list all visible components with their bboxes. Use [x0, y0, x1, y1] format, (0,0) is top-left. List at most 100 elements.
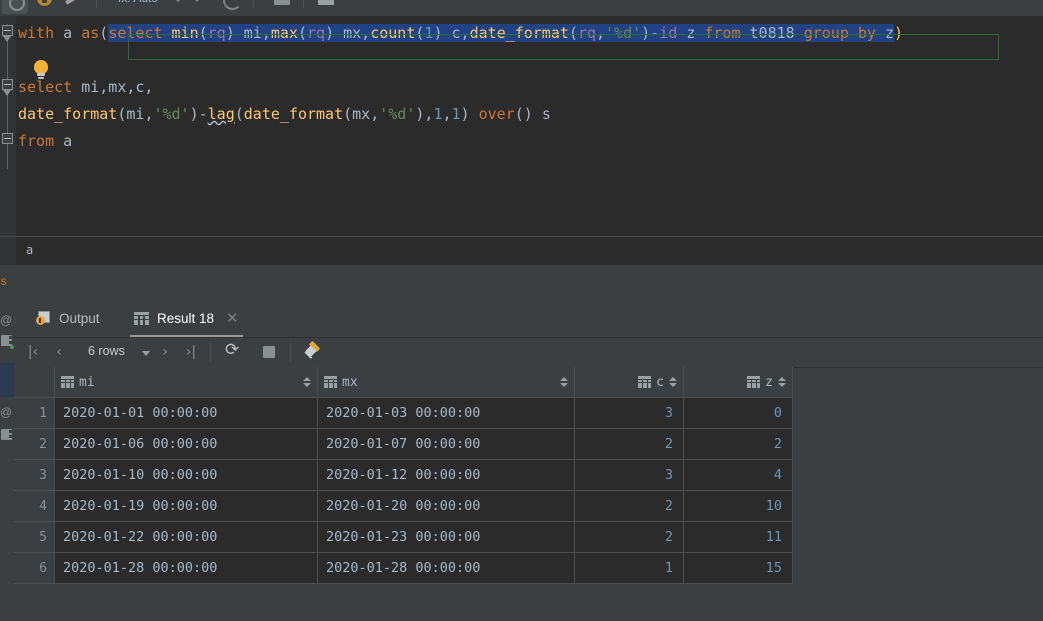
sort-icon[interactable]: [560, 376, 568, 388]
rerun-circle-icon[interactable]: [223, 0, 242, 10]
grid-icon[interactable]: [318, 0, 334, 5]
fold-marker-line4[interactable]: [2, 133, 13, 144]
first-page-button[interactable]: |‹: [24, 343, 42, 361]
column-header-z[interactable]: z: [683, 367, 793, 398]
cell-mx[interactable]: 2020-01-20 00:00:00: [317, 490, 575, 522]
close-icon[interactable]: ✕: [226, 311, 239, 326]
sort-icon[interactable]: [669, 376, 677, 388]
fx-mode-label[interactable]: fx: Auto: [118, 0, 158, 5]
cell-mx[interactable]: 2020-01-28 00:00:00: [317, 552, 575, 584]
token-format-string: '%d': [379, 105, 416, 123]
token-with: with: [18, 24, 55, 42]
token-id: id: [659, 24, 678, 42]
cell-z[interactable]: 2: [683, 428, 793, 460]
cell-mi[interactable]: 2020-01-06 00:00:00: [54, 428, 318, 460]
fold-marker-line1[interactable]: [2, 25, 13, 36]
cell-c[interactable]: 3: [574, 397, 684, 429]
refresh-button[interactable]: [224, 340, 242, 361]
breadcrumb-item-a[interactable]: a: [26, 243, 33, 257]
cell-mi[interactable]: 2020-01-22 00:00:00: [54, 521, 318, 553]
prev-page-button[interactable]: ‹: [50, 343, 68, 361]
cell-c[interactable]: 3: [574, 459, 684, 491]
row-count-label[interactable]: 6 rows: [88, 344, 125, 358]
token-from: from: [704, 24, 741, 42]
column-icon: [747, 376, 761, 388]
token-mx: mx,: [343, 24, 371, 42]
token-rq: rq: [577, 24, 596, 42]
token-paren: ): [225, 24, 235, 42]
column-header-c[interactable]: c: [574, 367, 684, 398]
token-group-by: group by: [803, 24, 876, 42]
table-row[interactable]: 2 2020-01-06 00:00:00 2020-01-07 00:00:0…: [14, 428, 793, 460]
services-label[interactable]: ces: [0, 274, 7, 288]
table-row[interactable]: 4 2020-01-19 00:00:00 2020-01-20 00:00:0…: [14, 490, 793, 522]
chevron-down-icon[interactable]: [142, 351, 150, 356]
run-icon[interactable]: [2, 0, 28, 14]
cell-c[interactable]: 1: [574, 552, 684, 584]
database-icon[interactable]: [34, 0, 56, 10]
pin-tab-button[interactable]: [302, 340, 321, 361]
stop-button[interactable]: [260, 343, 278, 361]
cell-mi[interactable]: 2020-01-10 00:00:00: [54, 459, 318, 491]
table-icon-row: [134, 314, 149, 316]
at-icon[interactable]: @: [0, 313, 12, 327]
chevron-down-icon[interactable]: [174, 0, 182, 2]
cell-z[interactable]: 15: [683, 552, 793, 584]
token-count: count: [370, 24, 416, 42]
cell-z[interactable]: 4: [683, 459, 793, 491]
table-row[interactable]: 5 2020-01-22 00:00:00 2020-01-23 00:00:0…: [14, 521, 793, 553]
cell-mi[interactable]: 2020-01-28 00:00:00: [54, 552, 318, 584]
cell-c[interactable]: 2: [574, 490, 684, 522]
tab-result-18[interactable]: Result 18 ✕: [124, 299, 249, 337]
stop-icon[interactable]: [274, 0, 290, 5]
cell-mx[interactable]: 2020-01-12 00:00:00: [317, 459, 575, 491]
results-toolbar: |‹ ‹ 6 rows › ›|: [14, 337, 1043, 368]
column-icon: [638, 376, 652, 388]
breadcrumb: a: [0, 236, 1043, 266]
token-format-string: '%d': [605, 24, 642, 42]
cell-mx[interactable]: 2020-01-03 00:00:00: [317, 397, 575, 429]
token-paren: (: [198, 24, 208, 42]
token-one: 1: [451, 105, 461, 123]
cell-mi[interactable]: 2020-01-19 00:00:00: [54, 490, 318, 522]
token-mi: mi: [126, 105, 145, 123]
at-icon[interactable]: @: [0, 405, 12, 419]
intention-bulb-icon[interactable]: [32, 60, 50, 80]
column-header-mx[interactable]: mx: [317, 367, 575, 398]
cell-mx[interactable]: 2020-01-23 00:00:00: [317, 521, 575, 553]
table-row[interactable]: 6 2020-01-28 00:00:00 2020-01-28 00:00:0…: [14, 552, 793, 584]
column-header-mi[interactable]: mi: [54, 367, 318, 398]
result-table: mi mx c z 1 2020-01-01 00:00:00 2020-01-…: [14, 367, 793, 584]
pencil-icon[interactable]: [62, 0, 84, 10]
tab-output[interactable]: Output: [26, 299, 110, 337]
sort-icon[interactable]: [778, 376, 786, 388]
cell-z[interactable]: 0: [683, 397, 793, 429]
cell-c[interactable]: 2: [574, 428, 684, 460]
last-page-button[interactable]: ›|: [182, 343, 200, 361]
column-header-label: mi: [79, 374, 95, 390]
result-grid[interactable]: mi mx c z 1 2020-01-01 00:00:00 2020-01-…: [14, 367, 793, 584]
cell-mi[interactable]: 2020-01-01 00:00:00: [54, 397, 318, 429]
sql-editor[interactable]: with a as(select min(rq) mi,max(rq) mx,c…: [0, 16, 1043, 236]
bulb-base-lower: [38, 77, 44, 79]
cell-z[interactable]: 10: [683, 490, 793, 522]
download-arrow-icon[interactable]: [190, 0, 204, 2]
token-comma: ,: [596, 24, 606, 42]
table-row[interactable]: 3 2020-01-10 00:00:00 2020-01-12 00:00:0…: [14, 459, 793, 491]
column-icon: [324, 376, 337, 388]
sort-icon[interactable]: [303, 376, 311, 388]
token-comma: ,: [370, 105, 380, 123]
table-row[interactable]: 1 2020-01-01 00:00:00 2020-01-03 00:00:0…: [14, 397, 793, 429]
cell-c[interactable]: 2: [574, 521, 684, 553]
cell-mx[interactable]: 2020-01-07 00:00:00: [317, 428, 575, 460]
database-icon[interactable]: [1, 429, 12, 440]
next-page-button[interactable]: ›: [156, 343, 174, 361]
editor-gutter: [0, 16, 16, 236]
row-number-header: [14, 367, 55, 398]
selected-rail-item[interactable]: [0, 363, 14, 397]
cell-z[interactable]: 11: [683, 521, 793, 553]
token-alias-a: a: [54, 132, 73, 150]
fold-marker-line2[interactable]: [2, 79, 13, 90]
token-alias-a: a: [63, 24, 73, 42]
